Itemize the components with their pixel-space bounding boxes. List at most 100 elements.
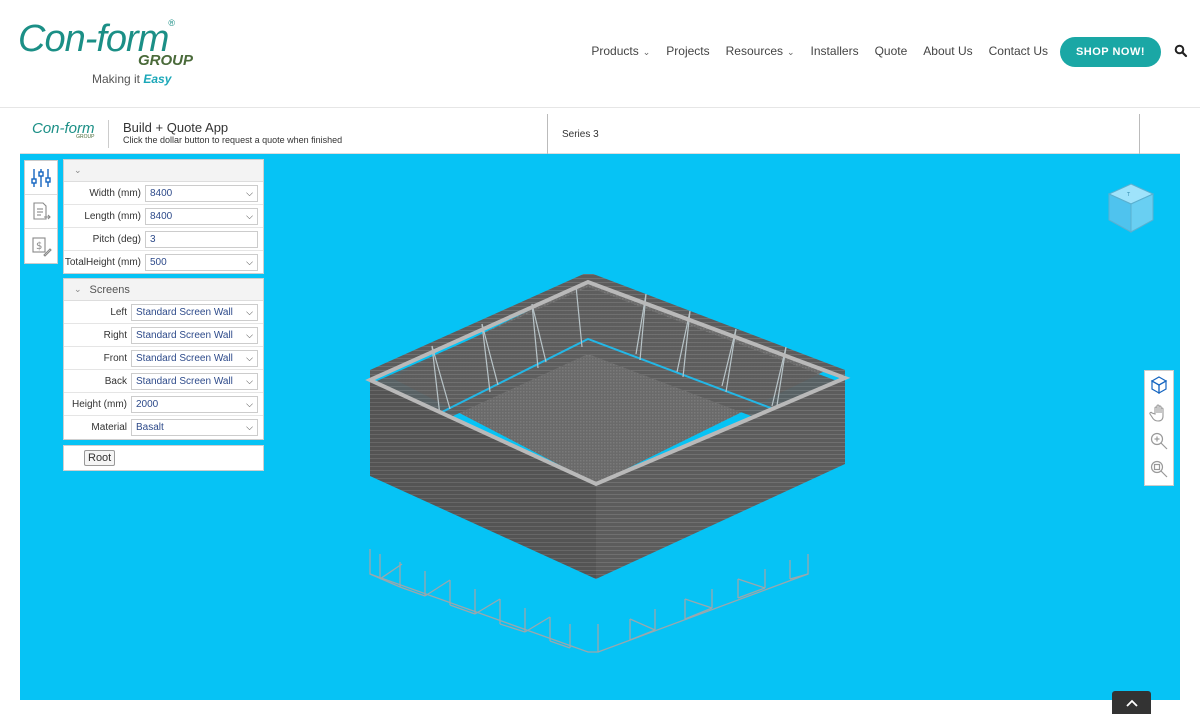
conform-logo[interactable]: Con-form® GROUP Making it Easy xyxy=(18,18,193,88)
panel-header[interactable]: ⌄ Screens xyxy=(64,279,263,301)
rooftop-screen-model[interactable] xyxy=(340,274,860,664)
property-label: Length (mm) xyxy=(84,210,141,222)
document-export-icon[interactable] xyxy=(25,195,57,229)
select-value: 8400 xyxy=(150,187,173,199)
property-row-front: Front Standard Screen Wall ⌵ xyxy=(64,347,263,370)
logo-registered: ® xyxy=(168,18,175,28)
screen-height-select[interactable]: 2000 ⌵ xyxy=(131,395,258,413)
chevron-down-icon: ⌵ xyxy=(246,352,253,363)
back-screen-select[interactable]: Standard Screen Wall ⌵ xyxy=(131,372,258,390)
3d-viewport[interactable]: $ ⌄ Width (mm) 8400 ⌵ Length (mm) 8400 ⌵ P… xyxy=(20,154,1180,700)
pan-hand-icon[interactable] xyxy=(1145,399,1173,427)
divider xyxy=(1139,114,1140,154)
right-screen-select[interactable]: Standard Screen Wall ⌵ xyxy=(131,326,258,344)
app-title: Build + Quote App xyxy=(123,120,229,135)
panel-header[interactable]: ⌄ xyxy=(64,160,263,182)
property-row-length: Length (mm) 8400 ⌵ xyxy=(64,205,263,228)
right-toolbar xyxy=(1144,370,1174,486)
chevron-down-icon: ⌵ xyxy=(246,210,253,221)
front-screen-select[interactable]: Standard Screen Wall ⌵ xyxy=(131,349,258,367)
length-select[interactable]: 8400 ⌵ xyxy=(145,207,258,225)
material-select[interactable]: Basalt ⌵ xyxy=(131,419,258,436)
screens-panel: ⌄ Screens Left Standard Screen Wall ⌵ Righ… xyxy=(63,278,264,440)
root-panel: Root xyxy=(63,445,264,471)
nav-item-products[interactable]: Products ⌄ xyxy=(591,44,650,58)
nav-item-about-us[interactable]: About Us xyxy=(923,44,972,58)
property-row-height: Height (mm) 2000 ⌵ xyxy=(64,393,263,416)
page-footer-strip xyxy=(20,700,1180,714)
app-subtitle: Click the dollar button to request a quo… xyxy=(123,135,343,145)
pitch-input[interactable]: 3 xyxy=(145,230,258,248)
left-screen-select[interactable]: Standard Screen Wall ⌵ xyxy=(131,303,258,321)
logo-group-text: GROUP xyxy=(138,52,194,69)
3d-cube-icon[interactable] xyxy=(1145,371,1173,399)
site-header: Con-form® GROUP Making it Easy Products ⌄… xyxy=(0,0,1200,108)
property-label: Front xyxy=(103,352,127,364)
totalheight-select[interactable]: 500 ⌵ xyxy=(145,254,258,271)
dimensions-panel: ⌄ Width (mm) 8400 ⌵ Length (mm) 8400 ⌵ Pit… xyxy=(63,159,264,274)
divider xyxy=(108,120,109,148)
divider xyxy=(547,114,548,154)
chevron-down-icon: ⌵ xyxy=(246,398,253,409)
nav-item-installers[interactable]: Installers xyxy=(811,44,859,58)
app-logo: Con-form GROUP xyxy=(32,120,95,140)
width-select[interactable]: 8400 ⌵ xyxy=(145,184,258,202)
series-label: Series 3 xyxy=(562,129,599,140)
property-label: Height (mm) xyxy=(71,398,127,410)
shop-now-button[interactable]: SHOP NOW! xyxy=(1060,37,1161,67)
nav-label: Products xyxy=(591,44,639,58)
chevron-down-icon: ⌵ xyxy=(246,306,253,317)
property-label: Left xyxy=(110,306,127,318)
property-row-right: Right Standard Screen Wall ⌵ xyxy=(64,324,263,347)
scroll-to-top-button[interactable] xyxy=(1112,691,1151,714)
chevron-down-icon: ⌵ xyxy=(246,422,253,432)
property-row-totalheight: TotalHeight (mm) 500 ⌵ xyxy=(64,251,263,274)
app-bar: Con-form GROUP Build + Quote App Click th… xyxy=(20,114,1180,154)
tagline-prefix: Making it xyxy=(92,72,144,86)
nav-item-resources[interactable]: Resources ⌄ xyxy=(726,44,795,58)
chevron-down-icon: ⌄ xyxy=(74,165,82,175)
svg-text:$: $ xyxy=(36,241,42,252)
select-value: Standard Screen Wall xyxy=(136,375,233,387)
chevron-down-icon: ⌵ xyxy=(246,329,253,340)
property-row-material: Material Basalt ⌵ xyxy=(64,416,263,439)
property-label: Pitch (deg) xyxy=(92,233,141,245)
property-label: TotalHeight (mm) xyxy=(64,257,141,268)
input-value: 3 xyxy=(150,233,156,245)
tagline-emphasis: Easy xyxy=(143,72,172,86)
nav-label: Installers xyxy=(810,44,859,58)
search-icon[interactable] xyxy=(1174,44,1188,58)
property-row-back: Back Standard Screen Wall ⌵ xyxy=(64,370,263,393)
property-label: Right xyxy=(103,329,127,341)
nav-item-projects[interactable]: Projects xyxy=(666,44,709,58)
nav-label: Projects xyxy=(666,44,710,58)
nav-item-contact-us[interactable]: Contact Us xyxy=(989,44,1048,58)
property-label: Back xyxy=(104,375,127,387)
chevron-down-icon: ⌵ xyxy=(246,257,253,267)
nav-item-quote[interactable]: Quote xyxy=(875,44,908,58)
select-value: 2000 xyxy=(136,398,159,410)
select-value: Standard Screen Wall xyxy=(136,306,233,318)
nav-label: Resources xyxy=(725,44,783,58)
select-value: 8400 xyxy=(150,210,173,222)
left-toolbar: $ xyxy=(24,160,58,264)
property-label: Material xyxy=(91,422,127,433)
chevron-down-icon: ⌵ xyxy=(246,187,253,198)
chevron-down-icon: ⌄ xyxy=(787,47,795,57)
nav-label: Quote xyxy=(874,44,908,58)
select-value: 500 xyxy=(150,257,167,268)
chevron-down-icon: ⌄ xyxy=(74,284,82,294)
zoom-fit-icon[interactable] xyxy=(1145,455,1173,483)
property-row-left: Left Standard Screen Wall ⌵ xyxy=(64,301,263,324)
property-row-pitch: Pitch (deg) 3 xyxy=(64,228,263,251)
chevron-down-icon: ⌵ xyxy=(246,375,253,386)
select-value: Standard Screen Wall xyxy=(136,329,233,341)
view-cube-icon[interactable]: T xyxy=(1101,178,1161,238)
select-value: Standard Screen Wall xyxy=(136,352,233,364)
zoom-in-icon[interactable] xyxy=(1145,427,1173,455)
panel-title: Screens xyxy=(89,283,130,296)
property-label: Width (mm) xyxy=(89,187,141,199)
dollar-edit-icon[interactable]: $ xyxy=(25,229,57,263)
root-button[interactable]: Root xyxy=(84,450,116,466)
sliders-icon[interactable] xyxy=(25,161,57,195)
